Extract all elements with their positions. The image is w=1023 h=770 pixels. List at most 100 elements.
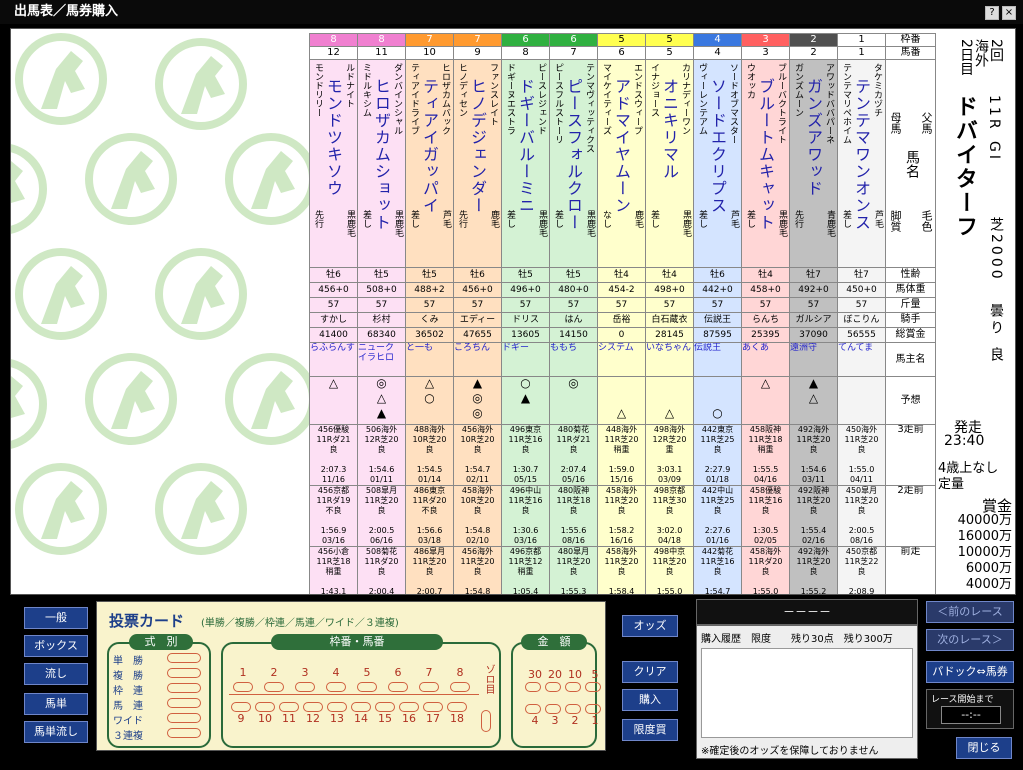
number-toggle-10[interactable] (255, 702, 275, 712)
zoro-toggle[interactable] (481, 710, 491, 732)
past-race-r3: 496東京 11R芝16 良 1:30.7 05/15 (508, 425, 543, 485)
horse-name-block[interactable]: テンマヴィッティクス ピースフォルクロー ピースフルストーリ 黒鹿毛 差し (551, 61, 597, 267)
amount-button-20[interactable]: 20 (545, 668, 565, 681)
amount-toggle-20[interactable] (545, 682, 561, 692)
number-toggle-8[interactable] (450, 682, 470, 692)
bet-mode-button-3[interactable]: 馬単 (24, 693, 88, 715)
header-sokaku: 総賞金 (885, 327, 936, 343)
amount-button-3[interactable]: 3 (545, 714, 565, 727)
shiki-toggle-2[interactable] (167, 683, 201, 693)
odds-button[interactable]: オッズ (622, 615, 678, 637)
horse-owner: いなちゃん (645, 342, 694, 377)
number-toggle-12[interactable] (303, 702, 323, 712)
prediction-mark (551, 408, 597, 423)
horse-name-block[interactable]: ブルーバクトライト ブルートムキャット ウオッカ 黒鹿毛 差し (743, 61, 789, 267)
number-button-2[interactable]: 2 (264, 666, 284, 679)
number-toggle-11[interactable] (279, 702, 299, 712)
number-toggle-15[interactable] (375, 702, 395, 712)
horse-name-block[interactable]: カリナディーワン オニキリマル イナジョース 黒鹿毛 差し (647, 61, 693, 267)
number-toggle-6[interactable] (388, 682, 408, 692)
number-button-1[interactable]: 1 (233, 666, 253, 679)
cell-waku-3: 7 (453, 33, 502, 47)
horse-name-block[interactable]: エンドスウィープ アドマイヤムーン マイケイティーズ 鹿毛 なし (599, 61, 645, 267)
number-button-18[interactable]: 18 (447, 712, 467, 725)
number-toggle-5[interactable] (357, 682, 377, 692)
shiki-label-5: ３連複 (113, 731, 143, 742)
horse-name-block[interactable]: アワッドババパーネ ガンズアワッド ガンズムーン 青鹿毛 先行 (791, 61, 837, 267)
horse-name-block[interactable]: ダンバインシャル ヒロザカムショット ミドルキシム 黒鹿毛 差し (359, 61, 405, 267)
amount-button-10[interactable]: 10 (565, 668, 585, 681)
shiki-toggle-5[interactable] (167, 728, 201, 738)
father-name: ダンバインシャル (392, 63, 402, 135)
history-list[interactable] (701, 648, 913, 738)
horse-name-block[interactable]: ルドナイト モンドツキソウ モンドリリー 黒鹿毛 先行 (311, 61, 357, 267)
number-button-3[interactable]: 3 (295, 666, 315, 679)
number-toggle-1[interactable] (233, 682, 253, 692)
number-button-5[interactable]: 5 (357, 666, 377, 679)
amount-toggle-4[interactable] (525, 704, 541, 714)
number-button-12[interactable]: 12 (303, 712, 323, 725)
bet-mode-button-4[interactable]: 馬単流し (24, 721, 88, 743)
cell-pr-1: 508菊花 11Rダ20 良 2:00.4 02/16 (357, 546, 406, 594)
number-button-8[interactable]: 8 (450, 666, 470, 679)
number-toggle-13[interactable] (327, 702, 347, 712)
horse-name-block[interactable]: ソードオブマスター ソードエクリプス ヴィーレンテアム 芦毛 差し (695, 61, 741, 267)
amount-toggle-10[interactable] (565, 682, 581, 692)
amount-toggle-1[interactable] (585, 704, 601, 714)
cell-marks-11 (837, 376, 886, 425)
amount-toggle-5[interactable] (585, 682, 601, 692)
number-button-13[interactable]: 13 (327, 712, 347, 725)
bet-mode-button-0[interactable]: 一般 (24, 607, 88, 629)
amount-button-30[interactable]: 30 (525, 668, 545, 681)
horse-name: ピースフォルクロー (564, 78, 583, 231)
number-toggle-2[interactable] (264, 682, 284, 692)
prev-race-button[interactable]: ＜前のレース (926, 601, 1014, 623)
buy-button[interactable]: 購入 (622, 689, 678, 711)
number-toggle-14[interactable] (351, 702, 371, 712)
number-button-4[interactable]: 4 (326, 666, 346, 679)
number-button-17[interactable]: 17 (423, 712, 443, 725)
horse-name-block[interactable]: ピースレジェンド ドギーバルーミニ ドギーヌエストラ 黒鹿毛 差し (503, 61, 549, 267)
shiki-toggle-4[interactable] (167, 713, 201, 723)
amount-button-4[interactable]: 4 (525, 714, 545, 727)
horse-prize: 37090 (789, 327, 838, 343)
amount-button-1[interactable]: 1 (585, 714, 605, 727)
shiki-toggle-0[interactable] (167, 653, 201, 663)
help-button[interactable]: ? (985, 6, 999, 20)
number-button-16[interactable]: 16 (399, 712, 419, 725)
amount-toggle-3[interactable] (545, 704, 561, 714)
number-toggle-9[interactable] (231, 702, 251, 712)
number-button-10[interactable]: 10 (255, 712, 275, 725)
number-button-11[interactable]: 11 (279, 712, 299, 725)
number-toggle-18[interactable] (447, 702, 467, 712)
number-toggle-17[interactable] (423, 702, 443, 712)
bet-mode-button-2[interactable]: 流し (24, 663, 88, 685)
number-button-14[interactable]: 14 (351, 712, 371, 725)
shiki-toggle-1[interactable] (167, 668, 201, 678)
bet-mode-button-1[interactable]: ボックス (24, 635, 88, 657)
amount-toggle-30[interactable] (525, 682, 541, 692)
amount-button-5[interactable]: 5 (585, 668, 605, 681)
amount-button-2[interactable]: 2 (565, 714, 585, 727)
horse-name-block[interactable]: ヒロザカムバック ティアイガッパイ ティアイドライブ 芦毛 差し (407, 61, 453, 267)
number-toggle-3[interactable] (295, 682, 315, 692)
shiki-toggle-3[interactable] (167, 698, 201, 708)
number-toggle-16[interactable] (399, 702, 419, 712)
close-button[interactable]: 閉じる (956, 737, 1012, 759)
number-button-15[interactable]: 15 (375, 712, 395, 725)
number-button-6[interactable]: 6 (388, 666, 408, 679)
paddock-toggle-button[interactable]: パドック⇔馬券 (926, 661, 1014, 683)
next-race-button[interactable]: 次のレース＞ (926, 629, 1014, 651)
limit-buy-button[interactable]: 限度買 (622, 719, 678, 741)
past-race-r3: 488海外 10R芝20 良 1:54.5 01/14 (412, 425, 447, 485)
amount-toggle-2[interactable] (565, 704, 581, 714)
number-button-9[interactable]: 9 (231, 712, 251, 725)
horse-name-block[interactable]: タケミカヅチ テンテマワンオンス テンテマリペホイム 芦毛 差し (839, 61, 885, 267)
cell-names-2: ヒロザカムバック ティアイガッパイ ティアイドライブ 芦毛 差し (405, 59, 454, 268)
horse-name-block[interactable]: ファンスレイト ヒノデジェンダー ヒノディセン 鹿毛 先行 (455, 61, 501, 267)
number-button-7[interactable]: 7 (419, 666, 439, 679)
number-toggle-7[interactable] (419, 682, 439, 692)
clear-button[interactable]: クリア (622, 661, 678, 683)
close-window-button[interactable]: × (1002, 6, 1016, 20)
number-toggle-4[interactable] (326, 682, 346, 692)
